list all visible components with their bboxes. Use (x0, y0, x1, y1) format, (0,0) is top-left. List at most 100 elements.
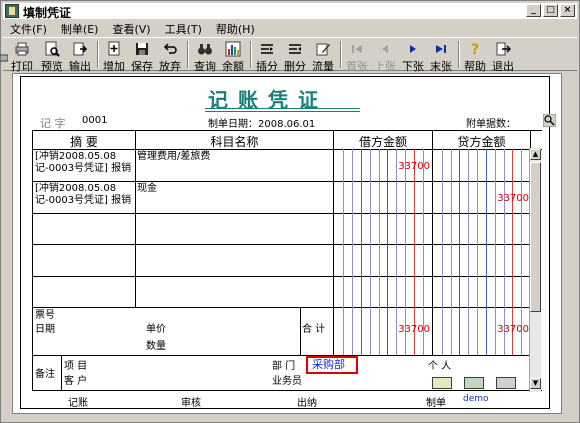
exit-icon (495, 41, 512, 57)
save-icon (134, 41, 150, 57)
delete-line-label: 删分 (284, 60, 306, 73)
last-label: 末张 (430, 60, 452, 73)
header-account: 科目名称 (210, 135, 259, 149)
menu-help[interactable]: 帮助(H) (209, 20, 262, 36)
window-title: 填制凭证 (23, 6, 72, 20)
insert-line-icon (259, 41, 275, 57)
insert-line-button[interactable]: 插分 (254, 39, 280, 73)
total-credit: 33700 (497, 324, 529, 335)
title-underline-2 (205, 111, 360, 112)
close-button[interactable]: × (560, 4, 575, 17)
print-button[interactable]: 打印 (9, 39, 35, 73)
help-button[interactable]: ? 帮助 (462, 39, 488, 73)
delete-line-button[interactable]: 删分 (282, 39, 308, 73)
bar-chart-icon (225, 41, 241, 57)
printer-icon (14, 41, 30, 57)
next-button[interactable]: 下张 (400, 39, 426, 73)
person-label[interactable]: 个 人 (428, 361, 451, 373)
voucher-type[interactable]: 记 字 (40, 115, 66, 131)
query-label: 查询 (194, 60, 216, 73)
cashflow-label: 流量 (312, 60, 334, 73)
scroll-up-icon[interactable]: ▲ (530, 149, 541, 160)
minimize-button[interactable]: _ (526, 4, 541, 17)
row2-summary[interactable]: [冲销2008.05.08 记-0003号凭证] 报销 (35, 183, 134, 207)
salesman-label[interactable]: 业务员 (272, 376, 302, 388)
dept-label[interactable]: 部 门 (272, 361, 295, 373)
cashflow-button[interactable]: 流量 (310, 39, 336, 73)
row2-credit[interactable]: 33700 (433, 193, 529, 204)
discard-button[interactable]: 放弃 (157, 39, 183, 73)
scroll-down-icon[interactable]: ▼ (530, 378, 541, 389)
row1-summary[interactable]: [冲销2008.05.08 记-0003号凭证] 报销 (35, 151, 134, 175)
menu-tools[interactable]: 工具(T) (158, 20, 209, 36)
menu-file[interactable]: 文件(F) (3, 20, 54, 36)
pen-paper-icon (315, 41, 331, 57)
exit-label: 退出 (492, 60, 514, 73)
quantity-label: 数量 (146, 341, 166, 352)
query-button[interactable]: 查询 (192, 39, 218, 73)
scroll-thumb[interactable] (530, 162, 541, 312)
help-label: 帮助 (464, 60, 486, 73)
title-underline (205, 108, 360, 109)
prev-button[interactable]: 上张 (372, 39, 398, 73)
save-button[interactable]: 保存 (129, 39, 155, 73)
exit-button[interactable]: 退出 (490, 39, 516, 73)
attachments-label[interactable]: 附单据数： (466, 115, 516, 130)
vertical-scrollbar[interactable]: ▲ ▼ (529, 148, 541, 392)
balance-label: 余额 (222, 60, 244, 73)
menu-voucher[interactable]: 制单(E) (54, 20, 106, 36)
next-icon (405, 41, 421, 57)
tool-icon[interactable] (496, 377, 516, 389)
toolbar: 打印 预览 输出 增加 保存 放弃 查询 余额 插分 删分 流量 首张 上张 下… (3, 37, 577, 73)
help-icon: ? (467, 41, 483, 58)
total-debit: 33700 (398, 324, 430, 335)
app-icon (5, 4, 19, 18)
last-icon (433, 41, 449, 57)
undo-icon (162, 41, 178, 57)
next-label: 下张 (402, 60, 424, 73)
menu-view[interactable]: 查看(V) (105, 20, 157, 36)
voucher-number[interactable]: 0001 (82, 115, 107, 126)
export-label: 输出 (69, 60, 91, 73)
print-label: 打印 (11, 60, 33, 73)
first-button[interactable]: 首张 (344, 39, 370, 73)
search-icon[interactable] (542, 113, 557, 128)
preview-label: 预览 (41, 60, 63, 73)
row1-account[interactable]: 管理费用/差旅费 (137, 151, 332, 163)
total-label: 合 计 (302, 324, 326, 335)
discard-label: 放弃 (159, 60, 181, 73)
delete-line-icon (287, 41, 303, 57)
project-label[interactable]: 项 目 (64, 361, 87, 373)
prev-label: 上张 (374, 60, 396, 73)
card-icon[interactable] (432, 377, 452, 389)
header-debit: 借方金额 (358, 135, 407, 149)
maker-value: demo (463, 394, 489, 404)
export-button[interactable]: 输出 (67, 39, 93, 73)
remark-label: 备注 (35, 369, 55, 380)
audit-label: 审核 (181, 398, 201, 409)
header-credit: 贷方金额 (457, 135, 506, 149)
customer-label[interactable]: 客 户 (64, 376, 87, 388)
preview-icon (44, 41, 60, 57)
binoculars-icon (197, 41, 213, 57)
maximize-button[interactable]: □ (543, 4, 558, 17)
cashier-label: 出纳 (297, 398, 317, 409)
row2-account[interactable]: 现金 (137, 183, 332, 195)
row1-debit[interactable]: 33700 (334, 161, 430, 172)
preview-button[interactable]: 预览 (39, 39, 65, 73)
svg-text:?: ? (471, 42, 479, 57)
id-card-icon[interactable] (464, 377, 484, 389)
first-icon (349, 41, 365, 57)
prev-icon (377, 41, 393, 57)
last-button[interactable]: 末张 (428, 39, 454, 73)
balance-button[interactable]: 余额 (220, 39, 246, 73)
voucher-date[interactable]: 制单日期：2008.06.01 (208, 115, 315, 130)
side-printer-icon[interactable] (0, 52, 9, 66)
menu-bar: 文件(F) 制单(E) 查看(V) 工具(T) 帮助(H) (3, 20, 577, 36)
add-button[interactable]: 增加 (101, 39, 127, 73)
posted-label: 记账 (68, 398, 88, 409)
dept-value[interactable]: 采购部 (306, 356, 358, 374)
header-summary: 摘 要 (70, 135, 98, 149)
insert-line-label: 插分 (256, 60, 278, 73)
bill-no-label: 票号 (35, 310, 55, 321)
